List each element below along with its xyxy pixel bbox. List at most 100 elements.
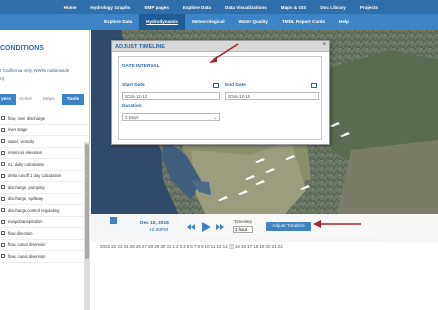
nav-link[interactable]: Hydrology Graphs	[90, 5, 130, 10]
layer-checkbox[interactable]	[1, 139, 5, 144]
timeline-days[interactable]: 2021 22 23 24 25 26 27 28 29 30 31 1 2 3 4 5 6 7 8 9 10 11 12 1…	[100, 242, 438, 251]
timeline-day[interactable]: 8	[197, 244, 200, 249]
layer-item[interactable]: flow direction	[0, 228, 90, 240]
nav-link[interactable]: Explore Data	[183, 5, 211, 10]
layer-checkbox[interactable]	[1, 208, 5, 213]
station-marker-icon[interactable]	[340, 132, 350, 137]
subnav-link[interactable]: Water Quality	[232, 14, 275, 30]
timeline-day[interactable]: 7	[194, 244, 197, 249]
nav-link[interactable]: Maps & GIS	[281, 5, 307, 10]
end-date-input[interactable]: 2016-12-15	[225, 92, 319, 100]
timeline-day[interactable]: 5	[187, 244, 190, 249]
timestep-select[interactable]: 1 hour	[233, 226, 253, 233]
tab-tools[interactable]: Tools	[62, 94, 84, 105]
timeline-day[interactable]: 14	[228, 244, 234, 249]
tab-active[interactable]: Active	[19, 94, 32, 105]
subnav-link[interactable]: TMDL Report Cards	[275, 14, 332, 30]
layer-checkbox[interactable]	[1, 242, 5, 247]
layer-checkbox[interactable]	[1, 150, 5, 155]
timeline-day[interactable]: 11	[211, 244, 216, 249]
layer-item[interactable]: discharge, pumping	[0, 182, 90, 194]
subnav-link[interactable]: Help	[332, 14, 356, 30]
duration-select[interactable]: 3 Days ⌄	[122, 113, 220, 121]
layer-item[interactable]: s1, daily calculation	[0, 159, 90, 171]
start-date-input[interactable]: 2016-12-12	[122, 92, 220, 100]
timeline-day[interactable]: 10	[205, 244, 210, 249]
tab-maps[interactable]: Maps	[43, 94, 55, 105]
timeline-day[interactable]: 3	[180, 244, 183, 249]
timeline-day[interactable]: 1	[172, 244, 175, 249]
station-marker-icon[interactable]	[330, 122, 340, 127]
timeline-day[interactable]: 12	[216, 244, 221, 249]
timeline-day[interactable]: 24	[123, 244, 128, 249]
timeline-day[interactable]: 17	[247, 244, 252, 249]
layer-item[interactable]: water, velocity	[0, 136, 90, 148]
nav-link[interactable]: Projects	[360, 5, 378, 10]
layer-item[interactable]: reservoir elevation	[0, 148, 90, 159]
layer-item[interactable]: river stage	[0, 125, 90, 136]
layer-checkbox[interactable]	[1, 219, 5, 224]
subnav-link[interactable]: Hydrodynamic	[139, 14, 186, 30]
layer-checkbox[interactable]	[1, 231, 5, 236]
play-icon[interactable]	[202, 222, 211, 232]
timeline-day[interactable]: 16	[241, 244, 246, 249]
layer-checkbox[interactable]	[1, 162, 5, 167]
timeline-day[interactable]: 2021	[100, 244, 110, 249]
timeline-day[interactable]: 22	[278, 244, 283, 249]
timeline-day[interactable]: 30	[160, 244, 165, 249]
close-icon[interactable]: ×	[322, 42, 326, 48]
station-marker-icon[interactable]	[255, 180, 265, 185]
nav-link[interactable]: Data Visualizations	[225, 5, 267, 10]
subnav-link[interactable]: Explore Data	[97, 14, 139, 30]
timeline-day[interactable]: 26	[136, 244, 141, 249]
timeline-day[interactable]: 13	[223, 244, 228, 249]
timeline-day[interactable]: 18	[253, 244, 258, 249]
scrollbar-thumb[interactable]	[85, 144, 89, 259]
station-marker-icon[interactable]	[255, 158, 265, 163]
station-marker-icon[interactable]	[218, 196, 228, 201]
timeline-day[interactable]: 15	[235, 244, 240, 249]
fast-forward-icon[interactable]	[216, 224, 224, 230]
timeline-day[interactable]: 31	[166, 244, 171, 249]
layer-item[interactable]: flow, canal diversion	[0, 251, 90, 263]
station-marker-icon[interactable]	[245, 175, 255, 180]
rewind-icon[interactable]	[187, 224, 195, 230]
timeline-day[interactable]: 6	[190, 244, 193, 249]
station-marker-icon[interactable]	[285, 155, 295, 160]
layer-checkbox[interactable]	[1, 185, 5, 190]
nav-link[interactable]: Home	[64, 5, 77, 10]
layer-item[interactable]: evapotranspiration	[0, 217, 90, 228]
timeline-day[interactable]: 9	[201, 244, 204, 249]
station-marker-icon[interactable]	[238, 190, 248, 195]
timeline-day[interactable]: 19	[259, 244, 264, 249]
timeline-day[interactable]: 29	[154, 244, 159, 249]
timeline-day[interactable]: 23	[117, 244, 122, 249]
adjust-timeline-button[interactable]: Adjust Timeline	[266, 222, 311, 231]
tab-layers[interactable]: yers	[0, 94, 16, 105]
calendar-icon[interactable]	[110, 217, 117, 224]
layer-checkbox[interactable]	[1, 196, 5, 201]
layer-checkbox[interactable]	[1, 254, 5, 259]
layer-item[interactable]: flow, canal diversion	[0, 240, 90, 251]
timeline-day[interactable]: 21	[272, 244, 277, 249]
station-marker-icon[interactable]	[265, 168, 275, 173]
timeline-day[interactable]: 2	[176, 244, 179, 249]
nav-link[interactable]: Doc Library	[320, 5, 346, 10]
nav-link[interactable]: EMP pages	[144, 5, 168, 10]
layer-item[interactable]: flow, river discharge	[0, 113, 90, 125]
station-marker-icon[interactable]	[300, 185, 310, 190]
subnav-link[interactable]: Meteorological	[185, 14, 231, 30]
layer-checkbox[interactable]	[1, 116, 5, 121]
layer-item[interactable]: discharge, spillway	[0, 194, 90, 205]
timeline-day[interactable]: 28	[148, 244, 153, 249]
layer-item[interactable]: delta runoff 1 day calculation	[0, 171, 90, 182]
timeline-day[interactable]: 27	[142, 244, 147, 249]
timeline-day[interactable]: 4	[183, 244, 186, 249]
start-calendar-icon[interactable]	[213, 83, 219, 88]
timeline-day[interactable]: 22	[111, 244, 116, 249]
timeline-day[interactable]: 25	[130, 244, 135, 249]
sidebar-scrollbar[interactable]	[84, 142, 90, 310]
end-calendar-icon[interactable]	[311, 83, 317, 88]
layer-item[interactable]: discharge,control regulating	[0, 205, 90, 217]
layer-checkbox[interactable]	[1, 173, 5, 178]
